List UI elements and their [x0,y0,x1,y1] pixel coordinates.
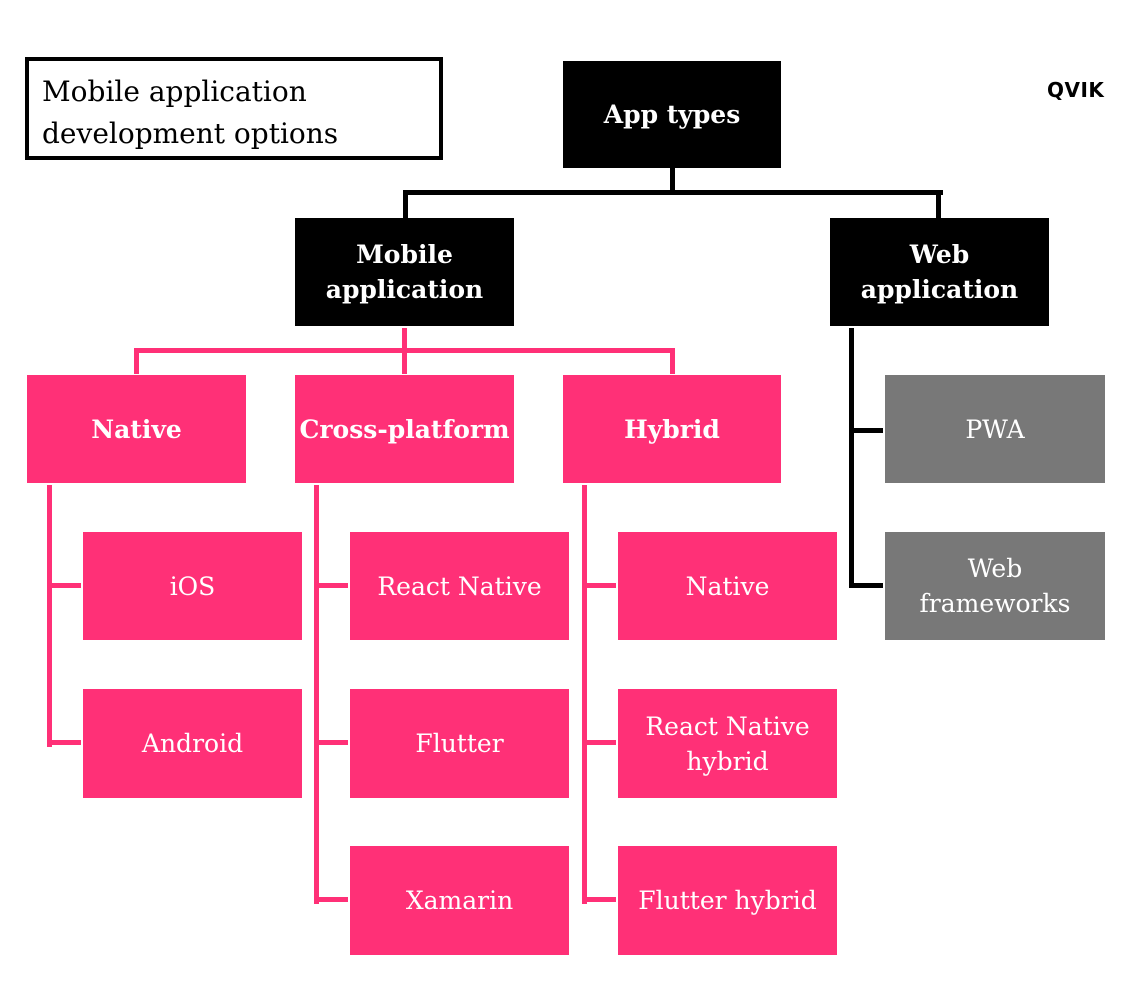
connector-cross-spine [314,485,319,904]
node-label-line-1: Web [909,240,970,269]
node-label: Android [141,729,244,758]
node-label-line-2: application [325,275,484,304]
node-label: Flutter [415,729,504,758]
title-line-2: development options [42,117,339,150]
connector-to-web [936,190,941,218]
node-label: iOS [169,571,216,601]
connector-hybrid-spine [582,485,587,904]
connector-to-mobile [403,190,408,218]
node-label-line-2: frameworks [919,589,1071,618]
node-label: Hybrid [624,414,720,444]
node-react-native: React Native [350,532,569,640]
connector-native-ios [47,583,81,588]
connector-web-frameworks [849,583,883,588]
node-ios: iOS [83,532,302,640]
node-label: Xamarin [405,886,514,915]
connector-to-native [134,348,139,374]
node-label-line-1: Web [967,554,1023,583]
diagram-title: Mobile application development options [25,57,443,160]
node-label: Cross-platform [299,414,510,444]
connector-hybrid-native [582,583,616,588]
node-native: Native [27,375,246,483]
node-label: React Native [377,571,542,601]
connector-cross-xamarin [314,897,348,902]
node-pwa: PWA [885,375,1105,483]
node-android: Android [83,689,302,798]
node-app-types: App types [563,61,781,168]
connector-to-hybrid [670,348,675,374]
node-hybrid: Hybrid [563,375,781,483]
connector-hybrid-rn [582,740,616,745]
connector-hybrid-flutter [582,897,616,902]
connector-mobile-horizontal [134,348,675,353]
node-label: PWA [965,414,1025,444]
title-line-1: Mobile application [42,75,307,108]
connector-native-android [47,740,81,745]
node-mobile-application: Mobile application [295,218,514,326]
node-label: App types [603,100,741,129]
node-web-frameworks: Web frameworks [885,532,1105,640]
connector-web-spine [849,328,854,588]
node-label: Native [685,571,770,601]
connector-web-pwa [849,428,883,433]
node-web-application: Web application [830,218,1049,326]
qvik-logo: QVIK [1047,78,1105,102]
connector-cross-react-native [314,583,348,588]
node-label: Flutter hybrid [638,886,817,915]
node-cross-platform: Cross-platform [295,375,514,483]
connector-cross-flutter [314,740,348,745]
node-hybrid-native: Native [618,532,837,640]
node-xamarin: Xamarin [350,846,569,955]
connector-root-horizontal [403,190,943,195]
node-label: Native [91,414,182,444]
node-label-line-2: hybrid [686,746,769,776]
node-label-line-1: React Native [645,711,810,741]
node-label-line-1: Mobile [356,240,453,269]
node-flutter: Flutter [350,689,569,798]
connector-native-spine [47,485,52,747]
node-react-native-hybrid: React Native hybrid [618,689,837,798]
node-label-line-2: application [860,275,1019,304]
node-flutter-hybrid: Flutter hybrid [618,846,837,955]
